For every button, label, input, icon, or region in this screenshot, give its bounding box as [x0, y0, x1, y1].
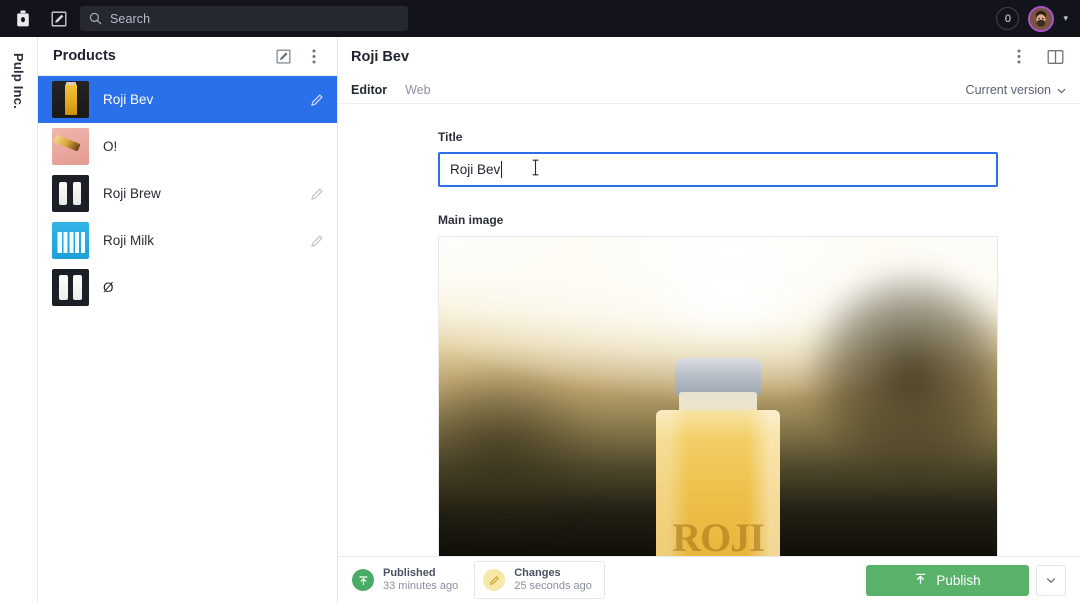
products-pane-title: Products — [53, 48, 116, 64]
main-image-preview[interactable]: ROJI — [438, 236, 998, 566]
text-caret — [501, 161, 503, 178]
changes-time: 25 seconds ago — [514, 580, 592, 592]
tab-web[interactable]: Web — [405, 83, 430, 97]
document-tabs: Editor Web Current version — [351, 76, 1066, 103]
notification-badge[interactable]: 0 — [996, 7, 1020, 30]
top-bar-right: 0 ▾ — [996, 5, 1070, 32]
search-placeholder: Search — [110, 11, 151, 26]
kebab-menu-icon[interactable] — [1008, 46, 1030, 68]
list-item[interactable]: Roji Milk — [38, 217, 337, 264]
form-column: Title Roji Bev Main image ROJI — [438, 104, 998, 603]
publish-up-arrow-icon — [914, 572, 927, 588]
document-header-actions — [1008, 46, 1066, 68]
list-item-thumbnail — [52, 269, 89, 306]
chevron-down-icon — [1046, 571, 1056, 589]
tab-editor[interactable]: Editor — [351, 83, 387, 97]
split-pane-icon[interactable] — [1044, 46, 1066, 68]
list-item-label: Roji Milk — [103, 233, 155, 248]
pencil-icon[interactable] — [307, 184, 327, 204]
pencil-icon[interactable] — [307, 90, 327, 110]
document-footer: Published 33 minutes ago Changes 25 seco… — [338, 556, 1080, 603]
list-item-thumbnail — [52, 81, 89, 118]
publish-up-arrow-icon — [352, 569, 374, 591]
list-item-label: Roji Brew — [103, 186, 161, 201]
published-status-text: Published 33 minutes ago — [383, 567, 458, 593]
pencil-icon[interactable] — [307, 231, 327, 251]
products-pane: Products Roji Bev O! Roji Brew Roji Milk… — [38, 37, 338, 603]
bottle-body: ROJI — [656, 410, 780, 565]
page-title: Roji Bev — [351, 48, 410, 65]
list-item-label: Ø — [103, 280, 114, 295]
list-item[interactable]: O! — [38, 123, 337, 170]
search-input[interactable]: Search — [80, 6, 408, 31]
list-item-label: O! — [103, 139, 118, 154]
bottle-cap — [675, 358, 761, 397]
top-bar: Search 0 ▾ — [0, 0, 1080, 37]
title-input-value: Roji Bev — [450, 162, 501, 177]
changes-card-text: Changes 25 seconds ago — [514, 567, 592, 593]
photo-sun-glow — [606, 237, 852, 369]
main-image-field-label: Main image — [438, 213, 504, 227]
list-item-thumbnail — [52, 175, 89, 212]
publish-actions: Publish — [866, 564, 1066, 596]
document-header-top: Roji Bev — [351, 37, 1066, 76]
account-chevron-down-icon[interactable]: ▾ — [1063, 14, 1068, 23]
ibeam-cursor — [531, 159, 540, 181]
products-pane-header: Products — [38, 37, 337, 76]
workspace-rail: Pulp Inc. — [0, 37, 38, 603]
changes-card[interactable]: Changes 25 seconds ago — [474, 561, 605, 599]
version-select[interactable]: Current version — [966, 83, 1066, 97]
document-body: Title Roji Bev Main image ROJI — [338, 103, 1080, 603]
list-item-thumbnail — [52, 222, 89, 259]
avatar[interactable] — [1028, 5, 1055, 32]
version-label: Current version — [965, 82, 1051, 97]
list-item[interactable]: Ø — [38, 264, 337, 311]
published-label: Published — [383, 567, 436, 580]
publish-dropdown-button[interactable] — [1036, 564, 1066, 596]
document-header: Roji Bev Editor Web Current version — [338, 37, 1080, 103]
document-pane: Roji Bev Editor Web Current version Titl… — [338, 37, 1080, 603]
body: Pulp Inc. Products Roji Bev O! Roji Brew… — [0, 37, 1080, 603]
compose-icon[interactable] — [272, 45, 294, 67]
kebab-menu-icon[interactable] — [303, 45, 325, 67]
products-list: Roji Bev O! Roji Brew Roji Milk Ø — [38, 76, 337, 603]
list-item-thumbnail — [52, 128, 89, 165]
photo-tree-left — [439, 335, 629, 565]
search-icon — [89, 12, 102, 25]
avatar-ring — [1028, 5, 1055, 32]
workspace-title: Pulp Inc. — [11, 53, 26, 109]
photo-bottle: ROJI — [648, 358, 788, 565]
list-item[interactable]: Roji Bev — [38, 76, 337, 123]
products-pane-actions — [272, 45, 325, 67]
title-field-label: Title — [438, 130, 463, 144]
publish-button-label: Publish — [936, 572, 981, 588]
title-input[interactable]: Roji Bev — [438, 152, 998, 187]
list-item-label: Roji Bev — [103, 92, 154, 107]
list-item[interactable]: Roji Brew — [38, 170, 337, 217]
bottle-logo-icon[interactable] — [8, 6, 38, 32]
bottle-brand-text: ROJI — [672, 515, 765, 560]
compose-icon[interactable] — [44, 6, 74, 32]
pencil-icon — [483, 569, 506, 591]
published-time: 33 minutes ago — [383, 580, 459, 592]
chevron-down-icon — [1057, 83, 1066, 97]
changes-label: Changes — [514, 567, 561, 580]
publish-button[interactable]: Publish — [866, 564, 1029, 596]
app-root: Search 0 ▾ Pulp Inc. Products Roji Bev O… — [0, 0, 1080, 603]
published-status: Published 33 minutes ago — [352, 567, 458, 593]
